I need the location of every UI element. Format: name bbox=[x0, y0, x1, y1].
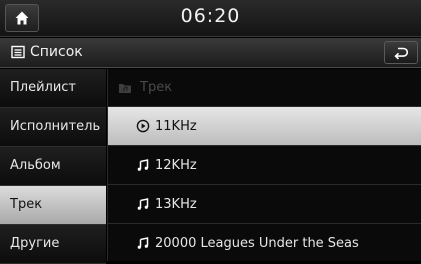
track-title: 12KHz bbox=[155, 158, 197, 173]
music-note-icon bbox=[137, 237, 149, 249]
category-other[interactable]: Другие bbox=[0, 225, 106, 264]
music-note-icon bbox=[137, 159, 149, 171]
category-playlist[interactable]: Плейлист bbox=[0, 69, 106, 108]
track-list: Трек 11KHz 12KHz 13KHz 20000 Leagues Und… bbox=[107, 69, 421, 261]
folder-icon bbox=[119, 84, 131, 93]
category-artist[interactable]: Исполнитель bbox=[0, 108, 106, 147]
category-label: Альбом bbox=[10, 158, 61, 173]
back-icon bbox=[394, 47, 409, 59]
category-sidebar: Плейлист Исполнитель Альбом Трек Другие bbox=[0, 69, 106, 264]
media-list-screen: 06:20 Список Плейлист Исполнитель Альбом bbox=[0, 0, 421, 264]
category-label: Трек bbox=[10, 197, 43, 212]
category-label: Другие bbox=[10, 236, 60, 251]
list-icon bbox=[11, 45, 25, 59]
category-album[interactable]: Альбом bbox=[0, 147, 106, 186]
track-row[interactable]: 20000 Leagues Under the Seas bbox=[108, 224, 421, 263]
clock: 06:20 bbox=[180, 5, 241, 27]
folder-label: Трек bbox=[140, 80, 173, 95]
track-row[interactable]: 11KHz bbox=[108, 107, 421, 146]
back-button[interactable] bbox=[384, 41, 418, 64]
category-track[interactable]: Трек bbox=[0, 186, 106, 225]
category-label: Плейлист bbox=[10, 80, 77, 95]
track-title: 13KHz bbox=[155, 197, 197, 212]
music-note-icon bbox=[137, 198, 149, 210]
status-bar: 06:20 bbox=[0, 0, 421, 37]
category-label: Исполнитель bbox=[10, 119, 101, 134]
track-title: 11KHz bbox=[155, 119, 197, 134]
track-row[interactable]: 13KHz bbox=[108, 185, 421, 224]
track-title: 20000 Leagues Under the Seas bbox=[155, 236, 359, 251]
play-circle-icon bbox=[136, 119, 150, 133]
track-row[interactable]: 12KHz bbox=[108, 146, 421, 185]
list-header: Список bbox=[0, 38, 421, 68]
page-title: Список bbox=[30, 44, 83, 60]
folder-row: Трек bbox=[108, 69, 421, 107]
